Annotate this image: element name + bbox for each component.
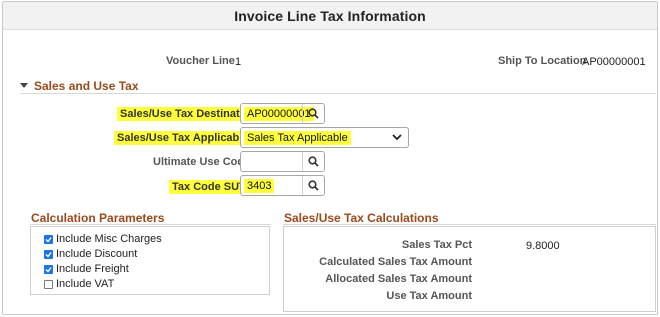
sales-tax-pct-label: Sales Tax Pct — [401, 239, 472, 251]
chevron-down-icon — [392, 134, 402, 141]
tax-applicability-value: Sales Tax Applicable — [244, 131, 351, 145]
allocated-sales-tax-label: Allocated Sales Tax Amount — [325, 273, 472, 285]
ultimate-use-code-field[interactable] — [240, 151, 325, 172]
calculation-parameters-heading: Calculation Parameters — [31, 211, 165, 225]
checkbox-label: Include Freight — [56, 263, 129, 275]
checkbox-checked-icon — [44, 264, 53, 274]
search-icon[interactable] — [302, 104, 324, 123]
use-tax-amount-label: Use Tax Amount — [386, 290, 472, 302]
tax-destination-field[interactable]: AP00000001 — [240, 103, 325, 124]
triangle-down-icon — [20, 83, 28, 88]
search-icon[interactable] — [302, 176, 324, 195]
checkbox-label: Include Misc Charges — [56, 233, 162, 245]
tax-calcs-divider — [283, 224, 656, 225]
include-discount-checkbox[interactable]: Include Discount — [44, 248, 137, 260]
tax-code-sut-label: Tax Code SUT — [169, 180, 249, 194]
page-title: Invoice Line Tax Information — [234, 8, 426, 24]
checkbox-label: Include VAT — [56, 278, 115, 290]
checkbox-checked-icon — [44, 249, 53, 259]
section-divider — [20, 93, 656, 94]
tax-destination-label: Sales/Use Tax Destination — [117, 107, 260, 121]
tax-code-sut-value: 3403 — [244, 179, 275, 193]
calc-params-divider — [30, 224, 271, 225]
include-misc-charges-checkbox[interactable]: Include Misc Charges — [44, 233, 162, 245]
checkbox-checked-icon — [44, 234, 53, 244]
ship-to-location-value: AP00000001 — [582, 56, 646, 68]
ship-to-location-label: Ship To Location — [498, 55, 587, 67]
tax-applicability-select[interactable]: Sales Tax Applicable — [240, 127, 409, 148]
checkbox-unchecked-icon — [44, 279, 53, 289]
voucher-line-value: 1 — [235, 56, 242, 68]
include-vat-checkbox[interactable]: Include VAT — [44, 278, 114, 290]
search-icon[interactable] — [302, 152, 324, 171]
sales-tax-pct-value: 9.8000 — [526, 240, 560, 252]
calculated-sales-tax-label: Calculated Sales Tax Amount — [319, 256, 472, 268]
voucher-line-label: Voucher Line — [166, 55, 235, 67]
section-label: Sales and Use Tax — [34, 79, 139, 93]
sales-use-tax-section[interactable]: Sales and Use Tax — [20, 79, 139, 93]
include-freight-checkbox[interactable]: Include Freight — [44, 263, 129, 275]
checkbox-label: Include Discount — [56, 248, 138, 260]
tax-code-sut-field[interactable]: 3403 — [240, 175, 325, 196]
title-bar: Invoice Line Tax Information — [3, 2, 657, 30]
calculation-parameters-box: Include Misc Charges Include Discount In… — [30, 226, 270, 295]
ultimate-use-code-label: Ultimate Use Code — [153, 156, 251, 168]
tax-calculations-heading: Sales/Use Tax Calculations — [284, 211, 439, 225]
